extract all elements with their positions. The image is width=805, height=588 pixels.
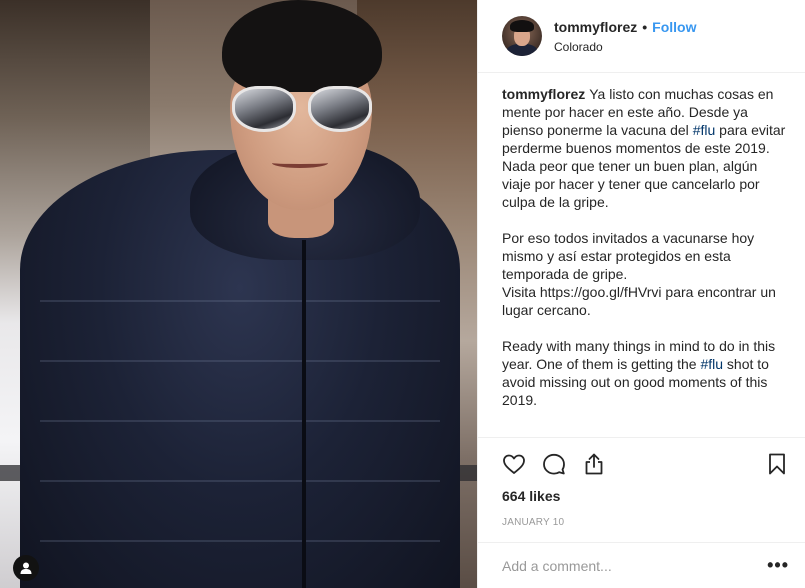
avatar-hair bbox=[510, 20, 534, 32]
likes-count[interactable]: 664 likes bbox=[502, 488, 789, 504]
location-link[interactable]: Colorado bbox=[554, 40, 696, 54]
post-photo[interactable] bbox=[0, 0, 477, 588]
sunglasses-lens-left bbox=[232, 86, 296, 132]
separator-dot: • bbox=[642, 18, 648, 35]
post-header: tommyflorez • Follow Colorado bbox=[478, 0, 805, 73]
jacket-quilt-line bbox=[40, 420, 440, 422]
bookmark-icon[interactable] bbox=[765, 452, 789, 476]
photo-zipper bbox=[302, 240, 306, 588]
post-side-panel: tommyflorez • Follow Colorado tommyflore… bbox=[477, 0, 805, 588]
photo-sunglasses bbox=[228, 86, 376, 136]
heart-icon[interactable] bbox=[502, 452, 526, 476]
share-icon[interactable] bbox=[582, 452, 606, 476]
caption-fade bbox=[502, 423, 789, 437]
header-top-line: tommyflorez • Follow bbox=[554, 19, 696, 35]
action-row bbox=[502, 444, 789, 484]
jacket-quilt-line bbox=[40, 300, 440, 302]
username-link[interactable]: tommyflorez bbox=[554, 19, 637, 35]
avatar[interactable] bbox=[502, 16, 542, 56]
sunglasses-lens-right bbox=[308, 86, 372, 132]
caption-paragraph-2: Por eso todos invitados a vacunarse hoy … bbox=[502, 230, 776, 318]
follow-button[interactable]: Follow bbox=[652, 19, 696, 35]
caption-paragraph-3: Ready with many things in mind to do in … bbox=[502, 337, 789, 409]
comment-form: ••• bbox=[478, 542, 805, 588]
jacket-quilt-line bbox=[40, 480, 440, 482]
photo-mouth bbox=[272, 158, 328, 168]
post-actions: 664 likes JANUARY 10 bbox=[478, 437, 805, 528]
post-date[interactable]: JANUARY 10 bbox=[502, 517, 789, 528]
instagram-post: tommyflorez • Follow Colorado tommyflore… bbox=[0, 0, 805, 588]
caption-paragraph-1: tommyflorez Ya listo con muchas cosas en … bbox=[502, 85, 789, 211]
user-tag-icon[interactable] bbox=[13, 555, 39, 581]
hashtag-link[interactable]: #flu bbox=[700, 356, 723, 372]
header-text: tommyflorez • Follow Colorado bbox=[554, 19, 696, 54]
comment-input[interactable] bbox=[502, 557, 768, 574]
caption-username-link[interactable]: tommyflorez bbox=[502, 86, 585, 102]
caption-area: tommyflorez Ya listo con muchas cosas en … bbox=[478, 73, 805, 437]
comment-bubble-icon[interactable] bbox=[542, 452, 566, 476]
jacket-quilt-line bbox=[40, 360, 440, 362]
hashtag-link[interactable]: #flu bbox=[693, 122, 716, 138]
jacket-quilt-line bbox=[40, 540, 440, 542]
more-options-button[interactable]: ••• bbox=[767, 555, 789, 576]
